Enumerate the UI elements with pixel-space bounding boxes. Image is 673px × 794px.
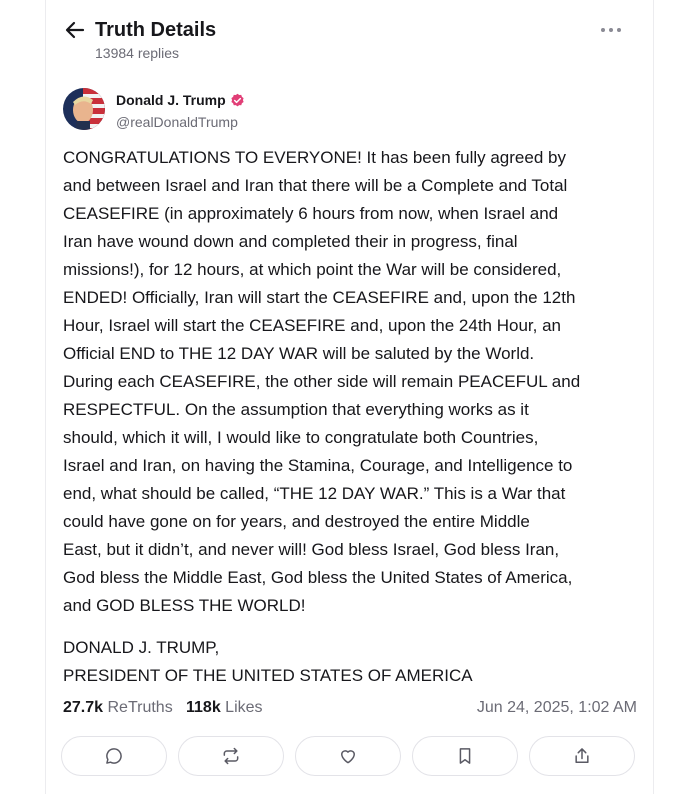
action-bar <box>61 736 639 778</box>
post-line: and between Israel and Iran that there w… <box>63 176 568 195</box>
share-button[interactable] <box>529 736 635 776</box>
retruth-button[interactable] <box>178 736 284 776</box>
reply-icon <box>106 748 122 764</box>
post-stats: 27.7k ReTruths 118k Likes Jun 24, 2025, … <box>63 699 637 721</box>
like-button[interactable] <box>295 736 401 776</box>
bookmark-icon <box>459 748 471 764</box>
share-icon <box>575 748 589 763</box>
bookmark-button[interactable] <box>412 736 518 776</box>
heart-icon <box>341 750 355 764</box>
post-line: should, which it will, I would like to c… <box>63 428 539 447</box>
page-title: Truth Details <box>95 19 217 41</box>
more-dots-icon <box>601 28 621 32</box>
post-line: could have gone on for years, and destro… <box>63 512 530 531</box>
retruths-count: 27.7k <box>63 699 104 716</box>
post-line: RESPECTFUL. On the assumption that every… <box>63 400 529 419</box>
post-author: Donald J. Trump @realDonaldTrump <box>63 88 623 134</box>
verified-badge-icon <box>231 93 244 106</box>
reply-button[interactable] <box>61 736 167 776</box>
signature-name: DONALD J. TRUMP, <box>63 638 220 657</box>
post-line: Official END to THE 12 DAY WAR will be s… <box>63 344 535 363</box>
post-line: CEASEFIRE (in approximately 6 hours from… <box>63 204 559 223</box>
page-header: Truth Details 13984 replies <box>63 14 639 66</box>
signature-title: PRESIDENT OF THE UNITED STATES OF AMERIC… <box>63 666 473 685</box>
arrow-left-icon <box>65 21 85 39</box>
likes-stat[interactable]: 118k Likes <box>186 699 263 717</box>
retruths-label: ReTruths <box>107 699 173 716</box>
retruths-stat[interactable]: 27.7k ReTruths <box>63 699 173 717</box>
likes-count: 118k <box>186 699 221 716</box>
post-line: During each CEASEFIRE, the other side wi… <box>63 372 581 391</box>
post-body: CONGRATULATIONS TO EVERYONE! It has been… <box>63 144 643 620</box>
retruth-icon <box>223 747 239 765</box>
post-line: and GOD BLESS THE WORLD! <box>63 596 306 615</box>
post-line: Hour, Israel will start the CEASEFIRE an… <box>63 316 561 335</box>
post-line: ENDED! Officially, Iran will start the C… <box>63 288 576 307</box>
avatar[interactable] <box>63 88 105 130</box>
avatar-image <box>63 88 105 130</box>
likes-label: Likes <box>225 699 263 716</box>
post-signature: DONALD J. TRUMP, PRESIDENT OF THE UNITED… <box>63 634 643 690</box>
author-handle[interactable]: @realDonaldTrump <box>116 114 238 130</box>
author-name[interactable]: Donald J. Trump <box>116 92 226 108</box>
post-line: end, what should be called, “THE 12 DAY … <box>63 484 566 503</box>
post-line: missions!), for 12 hours, at which point… <box>63 260 562 279</box>
post-line: Israel and Iran, on having the Stamina, … <box>63 456 573 475</box>
post-line: East, but it didn’t, and never will! God… <box>63 540 560 559</box>
replies-count: 13984 replies <box>95 45 180 61</box>
post-line: CONGRATULATIONS TO EVERYONE! It has been… <box>63 148 566 167</box>
post-line: Iran have wound down and completed their… <box>63 232 518 251</box>
back-button[interactable] <box>63 18 89 44</box>
post-line: God bless the Middle East, God bless the… <box>63 568 573 587</box>
more-options-button[interactable] <box>599 20 623 40</box>
post-timestamp[interactable]: Jun 24, 2025, 1:02 AM <box>477 699 637 717</box>
